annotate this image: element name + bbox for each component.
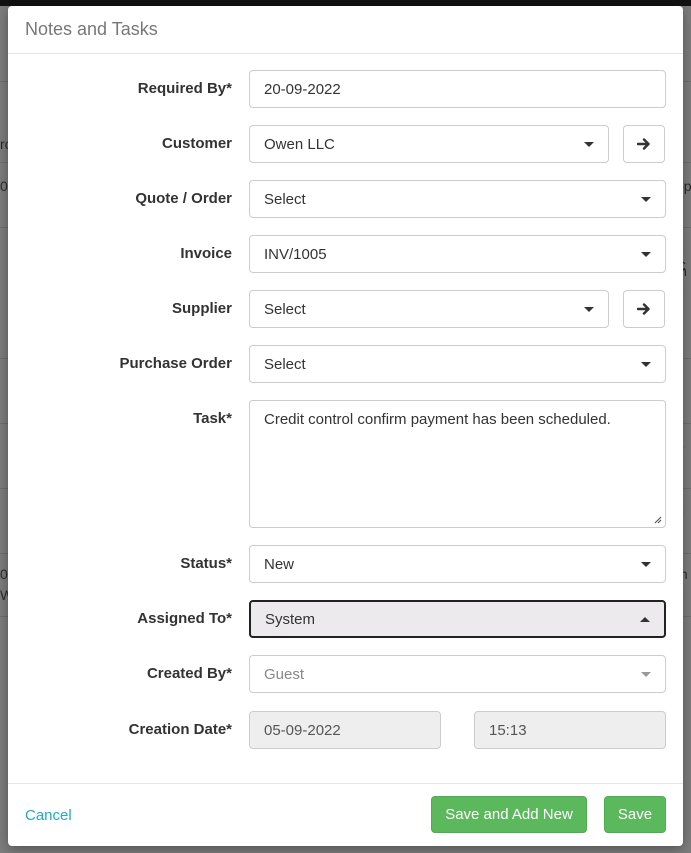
cancel-link[interactable]: Cancel	[25, 807, 72, 824]
resize-handle-icon[interactable]	[652, 514, 662, 524]
assigned-to-value: System	[265, 610, 316, 628]
chevron-down-icon	[641, 252, 651, 257]
chevron-down-icon	[641, 672, 651, 677]
chevron-down-icon	[641, 562, 651, 567]
status-value: New	[264, 555, 295, 573]
notes-and-tasks-modal: Notes and Tasks Required By* 20-09-2022 …	[8, 6, 683, 846]
task-label: Task*	[193, 410, 232, 427]
form-row-customer: Customer Owen LLC	[8, 125, 683, 163]
task-text: Credit control confirm payment has been …	[264, 411, 611, 428]
status-select[interactable]: New	[249, 545, 666, 583]
supplier-open-button[interactable]	[623, 290, 665, 328]
form-row-purchase-order: Purchase Order Select	[8, 345, 683, 383]
save-label: Save	[617, 806, 653, 823]
created-by-label: Created By*	[146, 665, 232, 682]
assigned-to-select[interactable]: System	[249, 600, 666, 638]
quote-order-value: Select	[264, 190, 306, 208]
chevron-down-icon	[584, 142, 594, 147]
form-row-status: Status* New	[8, 545, 683, 583]
customer-label: Customer	[161, 135, 232, 152]
form-row-creation-date: Creation Date* 05-09-2022 15:13	[8, 711, 683, 749]
assigned-to-label: Assigned To*	[137, 610, 232, 627]
required-by-value: 20-09-2022	[264, 80, 341, 98]
form-row-supplier: Supplier Select	[8, 290, 683, 328]
form-row-invoice: Invoice INV/1005	[8, 235, 683, 273]
arrow-right-icon	[637, 138, 650, 150]
required-by-date-input[interactable]: 20-09-2022	[249, 70, 666, 108]
purchase-order-select[interactable]: Select	[249, 345, 666, 383]
invoice-select[interactable]: INV/1005	[249, 235, 666, 273]
status-label: Status*	[180, 555, 232, 572]
arrow-right-icon	[637, 303, 650, 315]
modal-header: Notes and Tasks	[8, 6, 683, 54]
task-textarea[interactable]: Credit control confirm payment has been …	[249, 400, 666, 528]
supplier-select[interactable]: Select	[249, 290, 609, 328]
purchase-order-value: Select	[264, 355, 306, 373]
chevron-down-icon	[641, 362, 651, 367]
creation-date-label: Creation Date*	[128, 721, 232, 738]
form-row-assigned-to: Assigned To* System	[8, 600, 683, 638]
form-row-quote-order: Quote / Order Select	[8, 180, 683, 218]
form-row-task: Task* Credit control confirm payment has…	[8, 400, 683, 528]
background-fragment: 0	[0, 178, 8, 194]
customer-select[interactable]: Owen LLC	[249, 125, 609, 163]
created-by-value: Guest	[264, 665, 305, 683]
modal-title: Notes and Tasks	[25, 19, 158, 39]
supplier-label: Supplier	[171, 300, 232, 317]
creation-date-value: 05-09-2022	[264, 721, 341, 739]
form-row-created-by: Created By* Guest	[8, 655, 683, 693]
customer-value: Owen LLC	[264, 135, 335, 153]
quote-order-label: Quote / Order	[135, 190, 232, 207]
supplier-value: Select	[264, 300, 306, 318]
chevron-up-icon	[640, 617, 650, 622]
save-button[interactable]: Save	[604, 796, 666, 833]
form-row-required-by: Required By* 20-09-2022	[8, 70, 683, 108]
creation-date-input: 05-09-2022	[249, 711, 441, 749]
creation-time-value: 15:13	[489, 721, 527, 739]
required-by-label: Required By*	[137, 80, 232, 97]
chevron-down-icon	[641, 197, 651, 202]
invoice-value: INV/1005	[264, 245, 327, 263]
quote-order-select[interactable]: Select	[249, 180, 666, 218]
creation-time-input: 15:13	[474, 711, 666, 749]
modal-body: Required By* 20-09-2022 Customer Owen LL…	[8, 54, 683, 783]
customer-open-button[interactable]	[623, 125, 665, 163]
chevron-down-icon	[584, 307, 594, 312]
modal-footer: Cancel Save and Add New Save	[8, 783, 683, 846]
save-and-add-new-button[interactable]: Save and Add New	[431, 796, 587, 833]
purchase-order-label: Purchase Order	[119, 355, 232, 372]
save-and-add-new-label: Save and Add New	[445, 806, 573, 823]
created-by-select[interactable]: Guest	[249, 655, 666, 693]
invoice-label: Invoice	[180, 245, 232, 262]
